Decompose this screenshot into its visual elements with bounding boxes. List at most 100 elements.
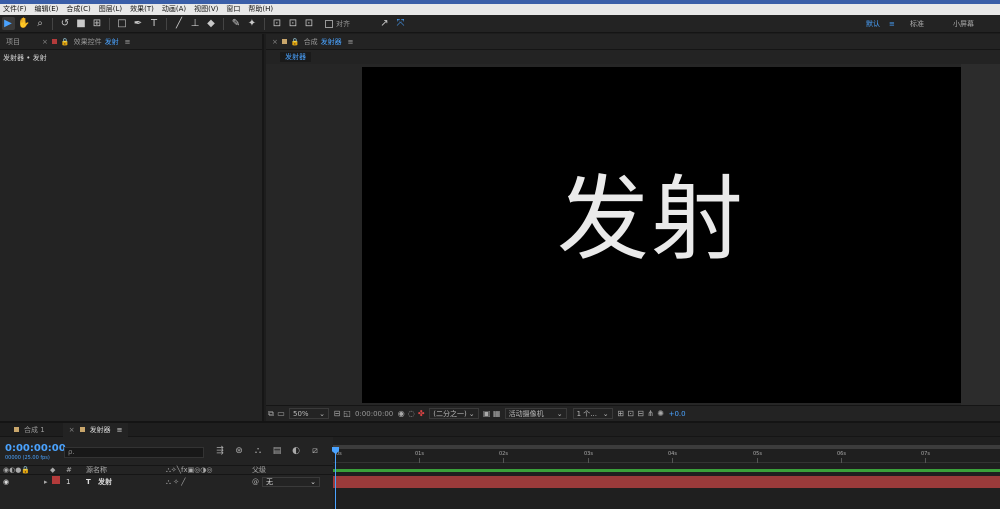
- layer-name[interactable]: 发射: [98, 476, 112, 488]
- rotate-tool[interactable]: ↺: [59, 17, 72, 30]
- visibility-eye-icon[interactable]: ◉: [3, 476, 9, 488]
- viewer-scroll-area[interactable]: [961, 64, 1000, 405]
- playhead[interactable]: [332, 447, 339, 509]
- roto-brush-tool[interactable]: ✎: [230, 17, 243, 30]
- panel-menu-icon[interactable]: ≡: [125, 38, 131, 46]
- selection-tool[interactable]: ▶: [1, 17, 15, 30]
- type-tool[interactable]: T: [148, 17, 161, 30]
- composition-viewer[interactable]: 发射: [266, 64, 1000, 405]
- menu-window[interactable]: 窗口: [223, 4, 243, 15]
- time-navigator-bar[interactable]: [333, 445, 1000, 449]
- snap-option-2[interactable]: ⤧: [394, 17, 407, 30]
- menu-animation[interactable]: 动画(A): [159, 4, 189, 15]
- toggle-pixel-aspect-icon[interactable]: ⊞: [616, 409, 626, 419]
- ruler-tick-label: 06s: [837, 451, 846, 457]
- canvas-text-layer[interactable]: 发射: [557, 174, 745, 266]
- workspace-standard[interactable]: 标准: [910, 15, 924, 33]
- snapping-toggle[interactable]: 对齐: [325, 19, 350, 29]
- tab-composition[interactable]: × 🔒 合成 发射器 ≡: [266, 37, 357, 47]
- tab-emitter[interactable]: × 发射器 ≡: [62, 422, 129, 437]
- timeline-current-time[interactable]: 0:00:00:00: [5, 443, 66, 454]
- frame-blending-icon[interactable]: ▤: [271, 445, 283, 457]
- expand-triangle-icon[interactable]: ▸: [44, 476, 48, 488]
- lock-icon[interactable]: 🔒: [61, 38, 70, 46]
- current-time-display[interactable]: 0:00:00:00: [355, 410, 393, 418]
- menu-effect[interactable]: 效果(T): [127, 4, 157, 15]
- snap-option-1[interactable]: ↗: [378, 17, 391, 30]
- menu-file[interactable]: 文件(F): [0, 4, 30, 15]
- views-dropdown[interactable]: 1 个... ⌄: [572, 408, 613, 419]
- draft-3d-icon[interactable]: ⊛: [233, 445, 245, 457]
- brush-icon: ╱: [175, 18, 183, 29]
- panel-menu-icon[interactable]: ≡: [117, 426, 123, 434]
- flowchart-icon[interactable]: ⋔: [646, 409, 656, 419]
- fast-previews-icon[interactable]: ⊡: [626, 409, 636, 419]
- safe-margins-icon[interactable]: ⊟: [332, 409, 342, 419]
- layer-search-input[interactable]: ρ.: [64, 447, 204, 458]
- pan-behind-tool[interactable]: ⊞: [91, 17, 104, 30]
- brush-tool[interactable]: ╱: [173, 17, 186, 30]
- zoom-tool[interactable]: ⌕: [34, 17, 47, 30]
- exposure-icon[interactable]: ✺: [656, 409, 666, 419]
- exposure-value[interactable]: +0.0: [669, 410, 686, 418]
- pen-tool[interactable]: ✒: [132, 17, 145, 30]
- menu-composition[interactable]: 合成(C): [63, 4, 93, 15]
- graph-editor-icon[interactable]: ⧄: [309, 445, 321, 457]
- tab-effect-controls[interactable]: × 🔒 效果控件 发射 ≡: [38, 37, 134, 47]
- comp-flowchart-icon[interactable]: ⇶: [214, 445, 226, 457]
- comp-breadcrumb-tab[interactable]: 发射器: [280, 52, 311, 62]
- camera-tool[interactable]: ■: [75, 17, 88, 30]
- menu-edit[interactable]: 编辑(E): [32, 4, 62, 15]
- menu-help[interactable]: 帮助(H): [245, 4, 276, 15]
- tab-comp-1[interactable]: 合成 1: [0, 425, 51, 435]
- close-icon[interactable]: ×: [272, 38, 278, 46]
- timeline-graph-area[interactable]: 0s 01s 02s 03s 04s 05s 06s 07s: [332, 437, 1000, 509]
- parent-dropdown[interactable]: 无 ⌄: [262, 477, 320, 487]
- timeline-icon[interactable]: ⊟: [636, 409, 646, 419]
- layer-label-color[interactable]: [52, 476, 60, 484]
- clone-stamp-tool[interactable]: ⊥: [189, 17, 202, 30]
- menu-layer[interactable]: 图层(L): [96, 4, 125, 15]
- always-preview-icon[interactable]: ⧉: [266, 409, 276, 419]
- extra-tool-2[interactable]: ⊡: [287, 17, 300, 30]
- menu-view[interactable]: 视图(V): [191, 4, 221, 15]
- extra-tool-3[interactable]: ⊡: [303, 17, 316, 30]
- puppet-pin-tool[interactable]: ✦: [246, 17, 259, 30]
- panel-menu-icon[interactable]: ≡: [348, 38, 354, 46]
- time-ruler[interactable]: 0s 01s 02s 03s 04s 05s 06s 07s: [333, 451, 1000, 463]
- zoom-dropdown[interactable]: 50% ⌄: [289, 408, 329, 419]
- show-snapshot-icon[interactable]: ◌: [406, 409, 416, 419]
- layer-duration-bar[interactable]: [333, 476, 1000, 488]
- rectangle-tool[interactable]: □: [116, 17, 129, 30]
- snapshot-camera-icon[interactable]: ◉: [396, 409, 406, 419]
- tab-project[interactable]: 项目: [0, 37, 24, 47]
- region-of-interest-icon[interactable]: ▣: [482, 409, 492, 419]
- camera-dropdown[interactable]: 活动摄像机 ⌄: [504, 408, 567, 419]
- column-source-name[interactable]: 源名称: [86, 466, 107, 475]
- transparency-grid-icon[interactable]: ▦: [492, 409, 502, 419]
- close-icon[interactable]: ×: [69, 426, 75, 434]
- tab-project-label: 项目: [6, 37, 20, 46]
- table-row[interactable]: ◉ ▸ 1 T 发射 ⛬ ✧ ╱ @ 无 ⌄: [0, 476, 333, 488]
- extra-tool-1[interactable]: ⊡: [271, 17, 284, 30]
- lock-icon[interactable]: 🔒: [291, 38, 300, 46]
- workspace-small-screen[interactable]: 小屏幕: [953, 15, 974, 33]
- composition-canvas[interactable]: 发射: [362, 67, 961, 403]
- column-parent[interactable]: 父级: [252, 466, 266, 475]
- motion-blur-icon[interactable]: ◐: [290, 445, 302, 457]
- layer-switches[interactable]: ⛬ ✧ ╱: [166, 476, 185, 488]
- work-area-bar[interactable]: [333, 469, 1000, 472]
- mask-visibility-icon[interactable]: ◱: [342, 409, 352, 419]
- monitor-icon[interactable]: ▭: [276, 409, 286, 419]
- workspace-menu-icon[interactable]: ≡: [889, 15, 895, 33]
- close-icon[interactable]: ×: [42, 38, 48, 46]
- pen-icon: ✒: [133, 18, 143, 29]
- shy-layers-icon[interactable]: ⛬: [252, 445, 264, 457]
- channel-rgb-icon[interactable]: ✤: [416, 409, 426, 419]
- resolution-dropdown[interactable]: (二分之一) ⌄: [429, 408, 479, 419]
- hand-tool[interactable]: ✋: [18, 17, 31, 30]
- snapping-checkbox[interactable]: [325, 19, 333, 28]
- eraser-tool[interactable]: ◆: [205, 17, 218, 30]
- parent-pickwhip-icon[interactable]: @: [252, 476, 259, 488]
- workspace-default[interactable]: 默认: [866, 15, 880, 33]
